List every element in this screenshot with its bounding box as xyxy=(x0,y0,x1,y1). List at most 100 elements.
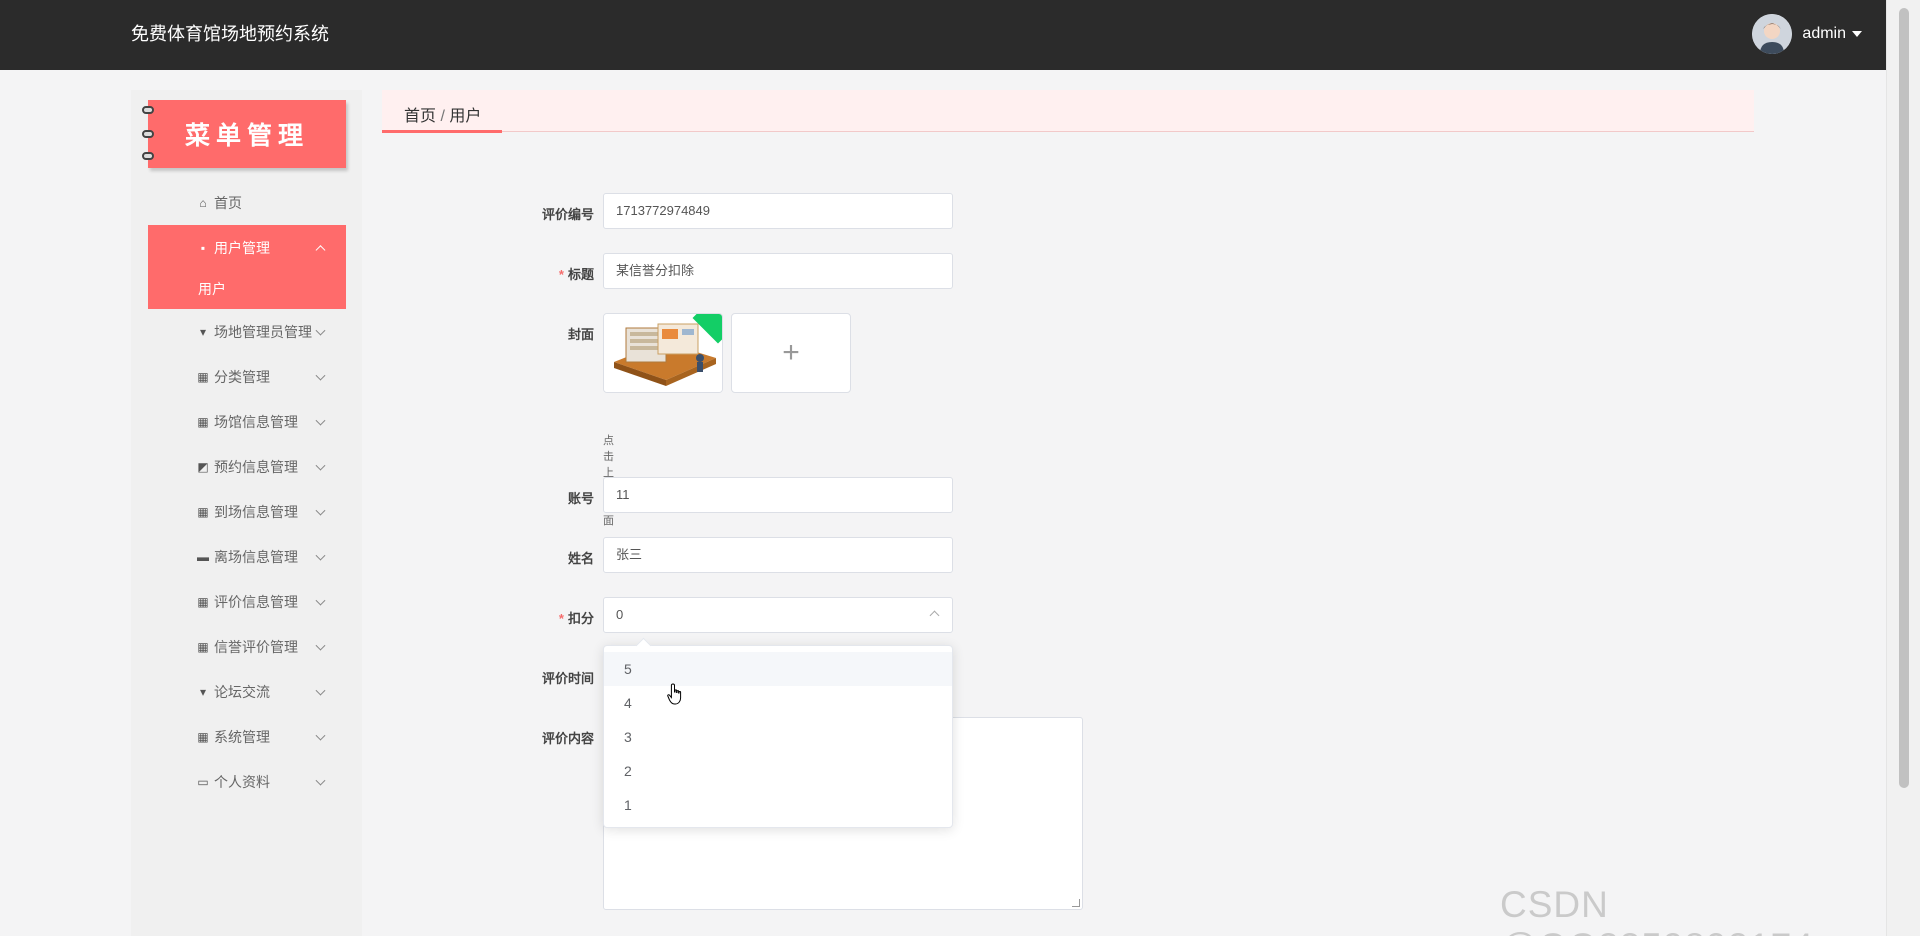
sidebar: 菜单管理 ⌂ 首页 ▪ 用户管理 用户 ▾ 场地管理员管理 ▦ 分类管理 ▦ 场… xyxy=(131,90,362,936)
breadcrumb-current: 用户 xyxy=(449,108,482,125)
hand-pointer-icon xyxy=(667,683,685,710)
grid-icon: ▦ xyxy=(197,594,209,609)
dropdown-option[interactable]: 1 xyxy=(604,788,952,822)
grid-icon: ▦ xyxy=(197,504,209,519)
chevron-up-icon xyxy=(315,244,326,255)
name-input[interactable]: 张三 xyxy=(603,537,953,573)
top-navbar: 免费体育馆场地预约系统 admin xyxy=(0,0,1886,70)
grid-icon: ▦ xyxy=(197,369,209,384)
eval-time-label: 评价时间 xyxy=(541,671,594,686)
sidebar-item-venue-info[interactable]: ▦ 场馆信息管理 xyxy=(148,399,346,444)
app-title: 免费体育馆场地预约系统 xyxy=(131,24,329,44)
dropdown-option[interactable]: 2 xyxy=(604,754,952,788)
deduct-label-text: 扣分 xyxy=(567,611,594,626)
sidebar-item-credit[interactable]: ▦ 信誉评价管理 xyxy=(148,624,346,669)
clipboard-icon: ▪ xyxy=(200,240,206,255)
sidebar-item-venue-admin[interactable]: ▾ 场地管理员管理 xyxy=(148,309,346,354)
deduct-dropdown: 5 4 3 2 1 xyxy=(603,645,953,828)
chevron-down-icon xyxy=(315,415,326,426)
sidebar-item-evaluation[interactable]: ▦ 评价信息管理 xyxy=(148,579,346,624)
deduct-select[interactable]: 0 xyxy=(603,597,953,633)
sidebar-item-label: 个人资料 xyxy=(214,773,270,790)
chevron-up-icon xyxy=(929,610,940,621)
sidebar-item-label: 离场信息管理 xyxy=(214,548,298,565)
cover-label: 封面 xyxy=(567,327,594,342)
stamp-icon: ▾ xyxy=(199,684,207,699)
avatar[interactable] xyxy=(1752,14,1793,54)
dropdown-option[interactable]: 5 xyxy=(604,652,952,686)
resize-grip-icon[interactable] xyxy=(1072,899,1080,907)
sidebar-item-label: 首页 xyxy=(214,194,242,211)
sidebar-item-departure[interactable]: ▬ 离场信息管理 xyxy=(148,534,346,579)
dropdown-option[interactable]: 3 xyxy=(604,720,952,754)
sidebar-item-arrival[interactable]: ▦ 到场信息管理 xyxy=(148,489,346,534)
required-mark: * xyxy=(558,267,564,282)
account-label: 账号 xyxy=(567,491,594,506)
sidebar-item-forum[interactable]: ▾ 论坛交流 xyxy=(148,669,346,714)
binder-ring-icon xyxy=(142,152,154,160)
sidebar-item-label: 到场信息管理 xyxy=(214,503,298,520)
name-label: 姓名 xyxy=(567,551,594,566)
briefcase-icon: ▬ xyxy=(197,549,209,564)
chevron-down-icon xyxy=(315,325,326,336)
sidebar-item-system[interactable]: ▦ 系统管理 xyxy=(148,714,346,759)
chevron-down-icon xyxy=(315,640,326,651)
breadcrumb: 首页 / 用户 xyxy=(404,102,481,126)
chevron-down-icon xyxy=(315,370,326,381)
binder-ring-icon xyxy=(142,106,154,114)
watermark: CSDN @QQ3359892174 xyxy=(1500,884,1813,936)
sidebar-item-booking[interactable]: ◩ 预约信息管理 xyxy=(148,444,346,489)
card-icon: ▭ xyxy=(197,774,209,789)
breadcrumb-home[interactable]: 首页 xyxy=(404,108,436,125)
required-mark: * xyxy=(558,611,564,626)
breadcrumb-underline xyxy=(382,130,502,133)
grid-icon: ▦ xyxy=(197,639,209,654)
sidebar-subitem-user[interactable]: 用户 xyxy=(148,269,346,309)
chevron-down-icon[interactable] xyxy=(1852,31,1862,37)
sidebar-item-label: 场地管理员管理 xyxy=(214,323,312,340)
username[interactable]: admin xyxy=(1802,25,1846,43)
sidebar-item-label: 信誉评价管理 xyxy=(214,638,298,655)
home-icon: ⌂ xyxy=(199,195,207,210)
stamp-icon: ▾ xyxy=(199,324,207,339)
binder-ring-icon xyxy=(142,130,154,138)
eval-no-input[interactable]: 1713772974849 xyxy=(603,193,953,229)
chart-icon: ◩ xyxy=(197,459,209,474)
sidebar-item-label: 用户管理 xyxy=(214,239,270,256)
title-label-text: 标题 xyxy=(567,267,594,282)
title-label: * 标题 xyxy=(474,264,594,283)
sidebar-item-user-management[interactable]: ▪ 用户管理 xyxy=(148,225,346,270)
sidebar-item-label: 预约信息管理 xyxy=(214,458,298,475)
chevron-down-icon xyxy=(315,460,326,471)
dropdown-option[interactable]: 4 xyxy=(604,686,952,720)
user-menu[interactable]: admin xyxy=(1752,14,1862,54)
cover-image[interactable] xyxy=(603,313,723,393)
chevron-down-icon xyxy=(315,685,326,696)
chevron-down-icon xyxy=(315,730,326,741)
eval-no-label: 评价编号 xyxy=(541,207,594,222)
sidebar-item-label: 场馆信息管理 xyxy=(214,413,298,430)
scrollbar-thumb[interactable] xyxy=(1899,8,1909,788)
grid-icon: ▦ xyxy=(197,414,209,429)
page-scrollbar[interactable] xyxy=(1886,0,1920,936)
chevron-down-icon xyxy=(315,505,326,516)
chevron-down-icon xyxy=(315,595,326,606)
sidebar-item-profile[interactable]: ▭ 个人资料 xyxy=(148,759,346,804)
chevron-down-icon xyxy=(315,550,326,561)
sidebar-item-label: 系统管理 xyxy=(214,728,270,745)
sidebar-item-home[interactable]: ⌂ 首页 xyxy=(148,180,346,225)
grid-icon: ▦ xyxy=(197,729,209,744)
sidebar-item-label: 评价信息管理 xyxy=(214,593,298,610)
plus-icon: + xyxy=(782,336,800,369)
menu-banner-title: 菜单管理 xyxy=(184,121,309,150)
account-input[interactable]: 11 xyxy=(603,477,953,513)
sidebar-item-label: 论坛交流 xyxy=(214,683,270,700)
upload-cover-button[interactable]: + xyxy=(731,313,851,393)
title-input[interactable]: 某信誉分扣除 xyxy=(603,253,953,289)
sidebar-item-category[interactable]: ▦ 分类管理 xyxy=(148,354,346,399)
deduct-label: * 扣分 xyxy=(474,608,594,627)
sidebar-item-label: 分类管理 xyxy=(214,368,270,385)
breadcrumb-bar: 首页 / 用户 xyxy=(382,90,1754,133)
menu-banner: 菜单管理 xyxy=(142,100,346,168)
chevron-down-icon xyxy=(315,775,326,786)
